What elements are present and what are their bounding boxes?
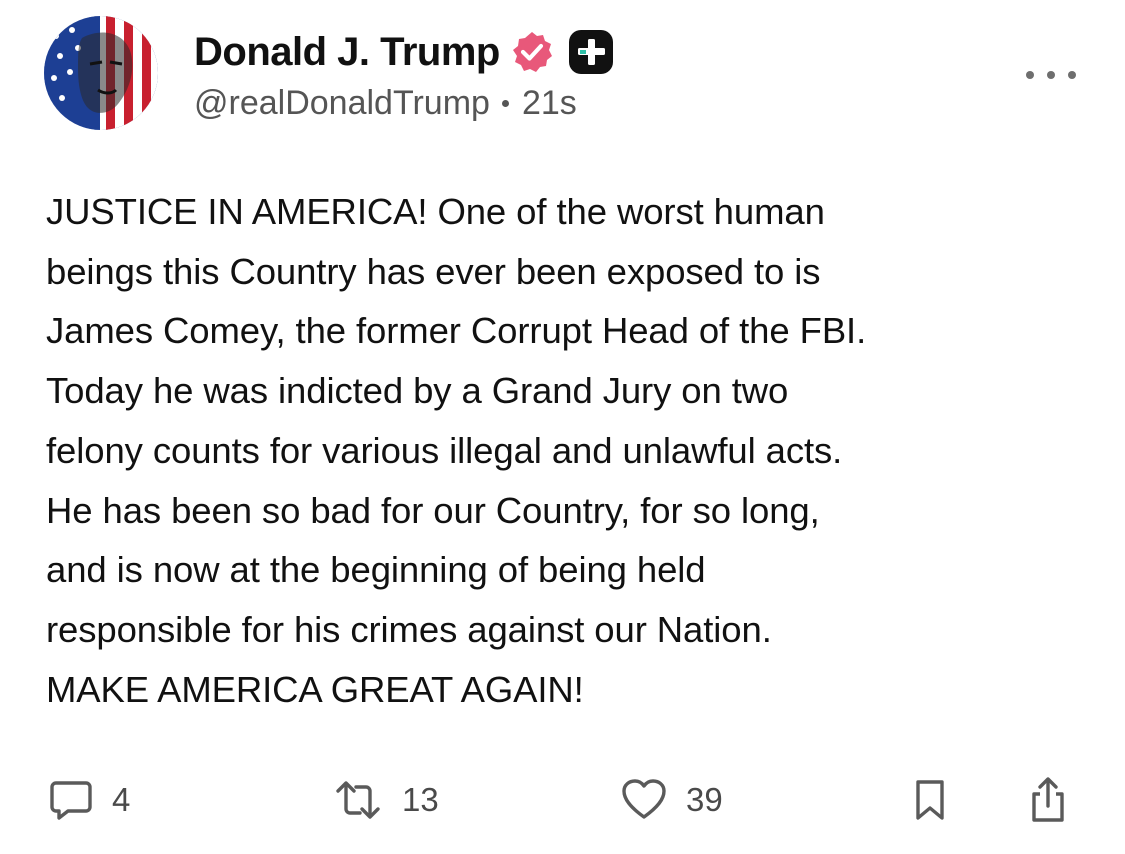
repost-count: 13 [402,781,439,818]
avatar-flag-portrait-icon [44,16,158,130]
separator-dot [501,100,509,107]
repost-arrows-icon [336,781,380,819]
like-button[interactable]: 39 [620,770,723,830]
post-actions-bar: 4 13 39 [0,770,1125,830]
bookmark-button[interactable] [910,770,950,830]
author-handle[interactable]: @realDonaldTrump [194,84,490,123]
repost-button[interactable]: 13 [332,770,439,830]
post-timestamp[interactable]: 21s [522,84,577,123]
heart-icon [622,779,666,819]
more-dot [1047,71,1055,79]
more-dot [1026,71,1034,79]
bookmark-icon [916,780,944,820]
verified-badge-icon [512,32,552,72]
plus-badge-icon [568,30,613,74]
like-count: 39 [686,781,723,818]
post-text: JUSTICE IN AMERICA! One of the worst hum… [46,191,867,710]
speech-bubble-icon [50,781,92,820]
more-options-button[interactable] [1026,60,1076,90]
share-button[interactable] [1026,770,1070,830]
author-handle-row: @realDonaldTrump 21s [194,84,577,123]
author-name-row: Donald J. Trump [194,26,614,78]
author-display-name[interactable]: Donald J. Trump [194,30,500,75]
more-dot [1068,71,1076,79]
share-icon [1032,777,1064,822]
post-card: Donald J. Trump @realDonaldTrump 21s JUS… [0,0,1125,854]
reply-count: 4 [112,781,131,818]
avatar[interactable] [44,16,158,130]
reply-button[interactable]: 4 [48,770,130,830]
